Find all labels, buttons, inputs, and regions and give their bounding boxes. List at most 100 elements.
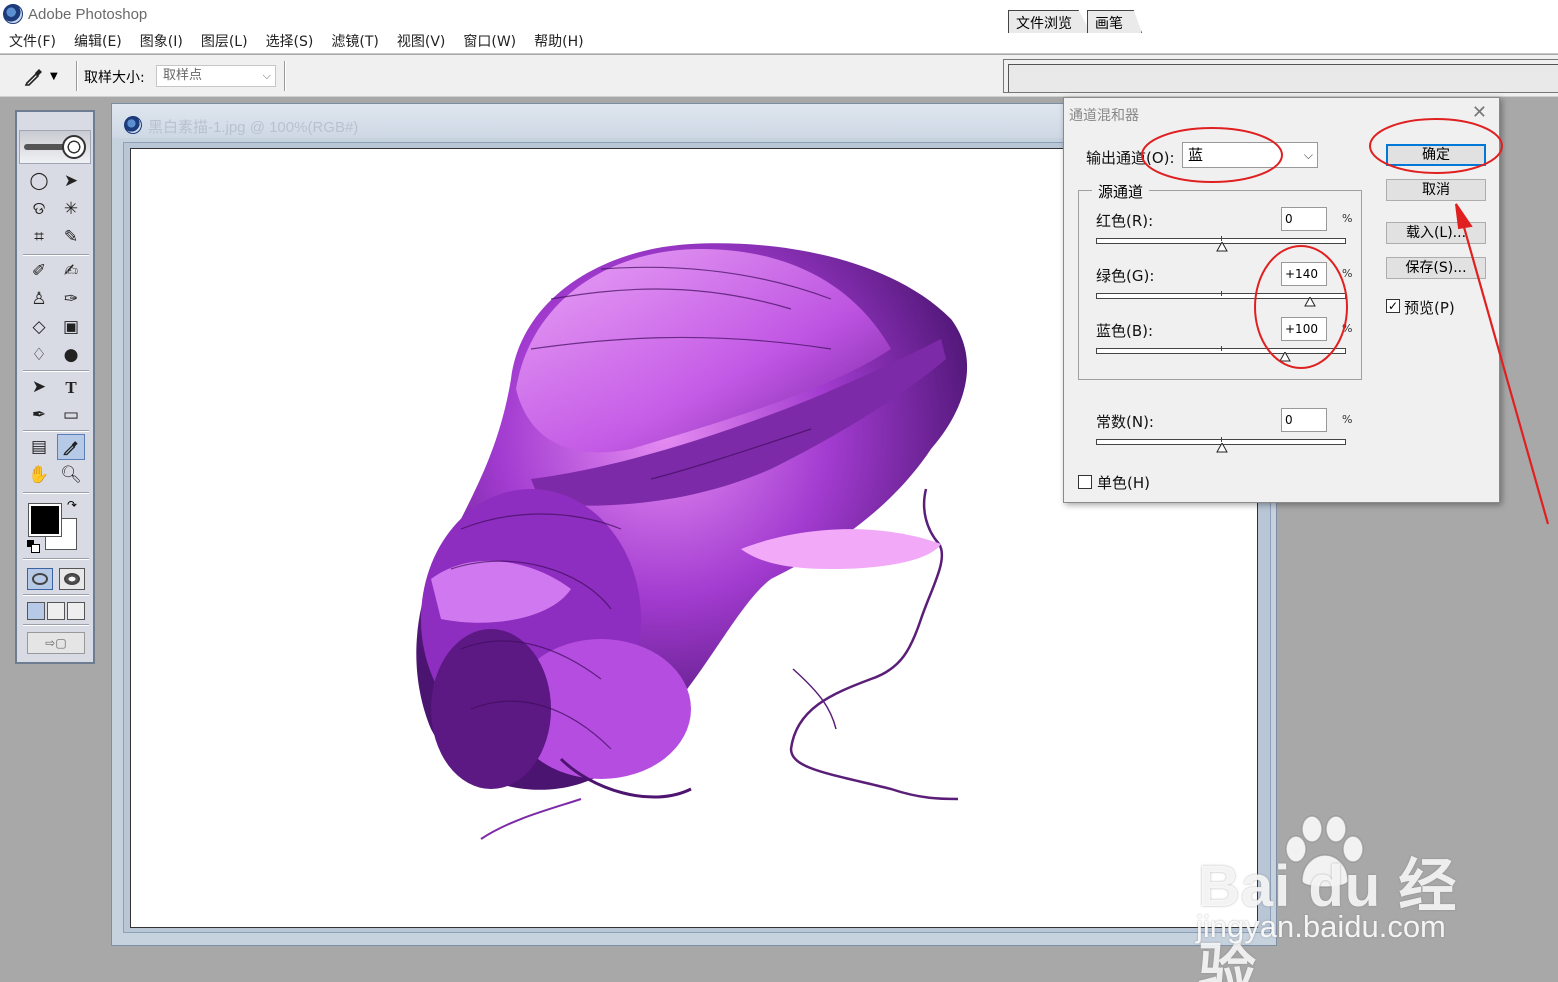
document-icon <box>124 116 142 134</box>
menu-file[interactable]: 文件(F) <box>9 31 56 51</box>
slider-thumb-icon[interactable] <box>1303 297 1316 307</box>
blur-icon[interactable]: ♢ <box>25 342 53 368</box>
constant-percent-label: % <box>1342 413 1353 426</box>
clone-stamp-icon[interactable]: ♙ <box>25 286 53 312</box>
crop-icon[interactable]: ⌗ <box>25 224 53 250</box>
sample-size-label: 取样大小: <box>84 70 145 86</box>
eyedropper-tool-icon[interactable] <box>57 434 85 460</box>
red-channel-input[interactable]: 0 <box>1281 207 1327 231</box>
output-channel-select[interactable]: 蓝 ⌵ <box>1182 142 1318 168</box>
dialog-title: 通道混和器 <box>1069 108 1139 124</box>
path-selection-icon[interactable]: ➤ <box>25 374 53 400</box>
cancel-button[interactable]: 取消 <box>1386 179 1486 201</box>
standard-mode-button[interactable] <box>27 568 53 590</box>
menu-select[interactable]: 选择(S) <box>266 31 314 51</box>
menu-bar: 文件(F) 编辑(E) 图象(I) 图层(L) 选择(S) 滤镜(T) 视图(V… <box>0 28 1558 54</box>
blue-percent-label: % <box>1342 322 1353 335</box>
eyedropper-icon <box>63 441 78 456</box>
toolbox-header-logo[interactable] <box>19 130 91 164</box>
quick-mask-button[interactable] <box>59 568 85 590</box>
menu-edit[interactable]: 编辑(E) <box>74 31 122 51</box>
chevron-down-icon: ⌵ <box>262 69 271 82</box>
tab-brushes[interactable]: 画笔 <box>1087 10 1142 33</box>
green-channel-label: 绿色(G): <box>1096 267 1155 285</box>
red-channel-label: 红色(R): <box>1096 212 1154 230</box>
green-slider[interactable] <box>1096 291 1346 307</box>
close-icon[interactable]: ✕ <box>1472 102 1487 123</box>
elliptical-marquee-icon[interactable]: ◯ <box>25 168 53 194</box>
sample-size-select[interactable]: 取样点 ⌵ <box>156 65 276 87</box>
slider-thumb-icon[interactable] <box>1216 242 1228 252</box>
preview-checkbox[interactable]: ✓ <box>1386 299 1400 313</box>
constant-slider[interactable] <box>1096 437 1346 453</box>
photoshop-app-icon <box>3 4 23 24</box>
tab-file-browser[interactable]: 文件浏览 <box>1008 10 1091 33</box>
jump-to-imageready-button[interactable]: ⇨▢ <box>27 632 85 654</box>
brush-icon[interactable]: ✍ <box>57 258 85 284</box>
watermark-url: jingyan.baidu.com <box>1196 909 1446 944</box>
menu-filter[interactable]: 滤镜(T) <box>331 31 378 51</box>
slider-thumb-icon[interactable] <box>1216 443 1228 453</box>
output-channel-label: 输出通道(O): <box>1086 149 1175 167</box>
lasso-icon[interactable]: ଡ <box>25 196 53 222</box>
history-brush-icon[interactable]: ✑ <box>57 286 85 312</box>
green-channel-input[interactable]: +140 <box>1281 262 1327 286</box>
options-separator <box>284 61 286 91</box>
ok-button[interactable]: 确定 <box>1386 144 1486 166</box>
eye-icon <box>62 135 86 159</box>
full-screen-button[interactable] <box>67 602 85 620</box>
green-percent-label: % <box>1342 267 1353 280</box>
move-tool-icon[interactable]: ➤ <box>57 168 85 194</box>
palette-well <box>1003 59 1558 93</box>
load-button[interactable]: 载入(L)... <box>1386 222 1486 244</box>
sample-size-value: 取样点 <box>163 68 203 83</box>
slice-icon[interactable]: ✎ <box>57 224 85 250</box>
document-title: 黑白素描-1.jpg @ 100%(RGB#) <box>148 119 359 136</box>
chevron-down-icon: ⌵ <box>1303 148 1313 162</box>
menu-layer[interactable]: 图层(L) <box>201 31 248 51</box>
menu-view[interactable]: 视图(V) <box>397 31 446 51</box>
toolbox: ◯ ➤ ଡ ✳ ⌗ ✎ ✐ ✍ ♙ ✑ ◇ ▣ ♢ ● ➤ T ✒ ▭ ▤ ✋ … <box>15 110 95 664</box>
notes-icon[interactable]: ▤ <box>25 434 53 460</box>
dodge-icon[interactable]: ● <box>57 342 85 368</box>
chevron-down-icon: ▼ <box>50 70 58 82</box>
window-title: Adobe Photoshop <box>28 5 148 23</box>
monochrome-checkbox[interactable] <box>1078 475 1092 489</box>
slider-thumb-icon[interactable] <box>1278 352 1291 362</box>
menu-help[interactable]: 帮助(H) <box>534 31 583 51</box>
eyedropper-icon <box>24 69 42 86</box>
constant-label: 常数(N): <box>1096 413 1154 431</box>
output-channel-value: 蓝 <box>1188 146 1204 164</box>
options-separator <box>76 61 78 91</box>
blue-slider[interactable] <box>1096 346 1346 362</box>
full-screen-menu-button[interactable] <box>47 602 65 620</box>
blue-channel-input[interactable]: +100 <box>1281 317 1327 341</box>
foreground-color-swatch[interactable] <box>28 503 62 537</box>
tool-preset-picker[interactable]: ▼ <box>22 63 70 89</box>
default-colors-icon[interactable] <box>27 540 40 553</box>
standard-screen-button[interactable] <box>27 602 45 620</box>
red-slider[interactable] <box>1096 236 1346 252</box>
pen-icon[interactable]: ✒ <box>25 402 53 428</box>
zoom-icon[interactable]: 🔍︎ <box>57 462 85 488</box>
source-channels-label: 源通道 <box>1092 181 1150 202</box>
save-button[interactable]: 保存(S)... <box>1386 257 1486 279</box>
eraser-icon[interactable]: ◇ <box>25 314 53 340</box>
hand-icon[interactable]: ✋ <box>25 462 53 488</box>
blue-channel-label: 蓝色(B): <box>1096 322 1154 340</box>
swap-colors-icon[interactable]: ↷ <box>67 498 77 512</box>
window-titlebar: Adobe Photoshop <box>0 0 1558 28</box>
type-tool-icon[interactable]: T <box>57 374 85 400</box>
healing-brush-icon[interactable]: ✐ <box>25 258 53 284</box>
rectangle-shape-icon[interactable]: ▭ <box>57 402 85 428</box>
menu-image[interactable]: 图象(I) <box>140 31 183 51</box>
monochrome-label: 单色(H) <box>1097 474 1150 492</box>
gradient-icon[interactable]: ▣ <box>57 314 85 340</box>
preview-label: 预览(P) <box>1404 299 1455 317</box>
red-percent-label: % <box>1342 212 1353 225</box>
menu-window[interactable]: 窗口(W) <box>463 31 516 51</box>
constant-input[interactable]: 0 <box>1281 408 1327 432</box>
channel-mixer-dialog: 通道混和器 ✕ 输出通道(O): 蓝 ⌵ 源通道 红色(R): 0 % 绿色(G… <box>1063 97 1500 503</box>
magic-wand-icon[interactable]: ✳ <box>57 196 85 222</box>
baidu-jingyan-watermark: Bai du 经验 jingyan.baidu.com <box>1190 815 1490 982</box>
